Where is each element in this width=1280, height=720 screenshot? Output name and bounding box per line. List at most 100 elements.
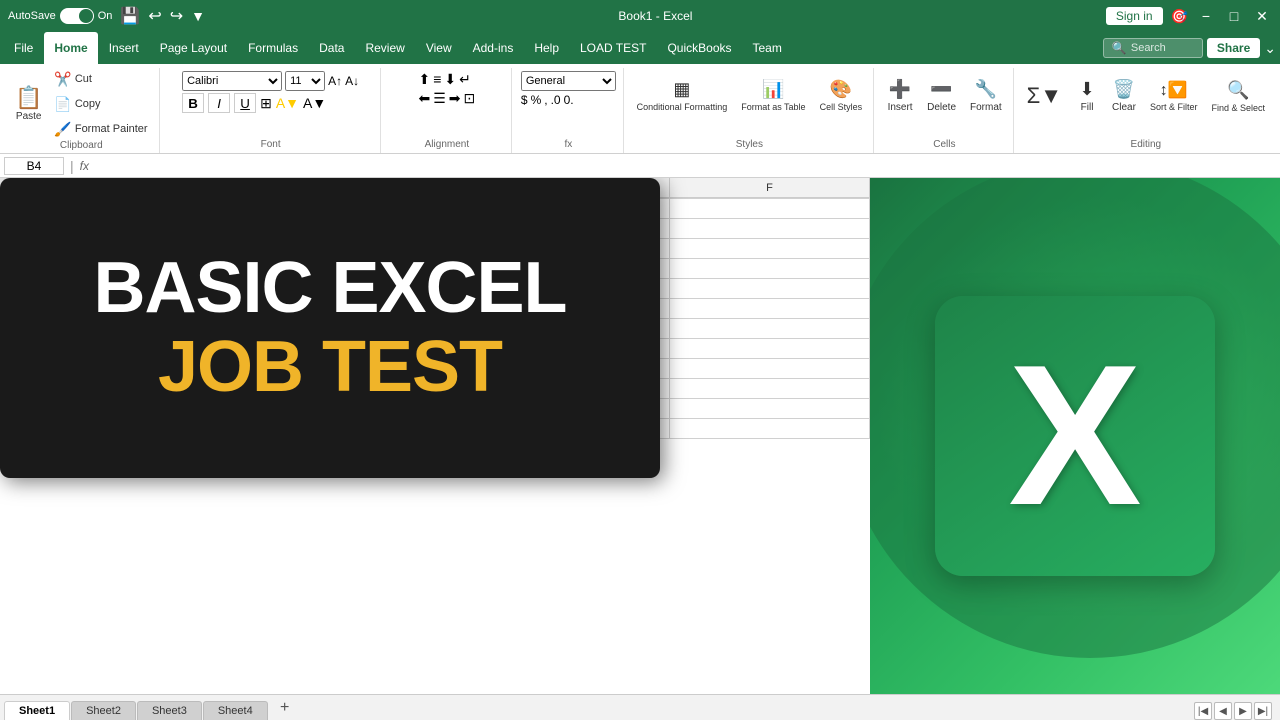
sheet-tab-sheet4[interactable]: Sheet4 bbox=[203, 701, 268, 720]
italic-button[interactable]: I bbox=[208, 93, 230, 113]
ribbon-tab-formulas[interactable]: Formulas bbox=[238, 32, 308, 64]
sort-filter-icon: ↕🔽 bbox=[1160, 80, 1188, 100]
increase-decimal-icon[interactable]: .0 bbox=[551, 93, 561, 107]
sheet-nav-last[interactable]: ▶| bbox=[1254, 702, 1272, 720]
ribbon-options-icon[interactable]: ⌄ bbox=[1264, 40, 1276, 57]
increase-font-icon[interactable]: A↑ bbox=[328, 74, 342, 88]
sum-button[interactable]: Σ▼ bbox=[1022, 68, 1067, 124]
ribbon-tab-insert[interactable]: Insert bbox=[99, 32, 149, 64]
align-right-icon[interactable]: ➡ bbox=[449, 90, 461, 107]
comma-icon[interactable]: , bbox=[544, 93, 547, 107]
fill-button[interactable]: ⬇ Fill bbox=[1071, 68, 1103, 124]
percent-icon[interactable]: % bbox=[531, 93, 542, 107]
wrap-text-icon[interactable]: ↵ bbox=[459, 71, 471, 88]
sheet-tabs-container: Sheet1Sheet2Sheet3Sheet4 bbox=[4, 701, 268, 720]
sheet-tab-sheet3[interactable]: Sheet3 bbox=[137, 701, 202, 720]
clear-button[interactable]: 🗑️ Clear bbox=[1107, 68, 1141, 124]
insert-cells-button[interactable]: ➕ Insert bbox=[882, 68, 918, 124]
cell-7-6[interactable] bbox=[670, 319, 870, 339]
cell-styles-icon: 🎨 bbox=[830, 79, 852, 100]
ribbon-tab-team[interactable]: Team bbox=[743, 32, 792, 64]
ribbon-tab-data[interactable]: Data bbox=[309, 32, 354, 64]
font-color-icon[interactable]: A▼ bbox=[303, 95, 326, 111]
align-top-icon[interactable]: ⬆ bbox=[418, 71, 430, 88]
ribbon-tab-view[interactable]: View bbox=[416, 32, 462, 64]
align-bottom-icon[interactable]: ⬇ bbox=[444, 71, 456, 88]
search-box[interactable]: 🔍 Search bbox=[1103, 38, 1203, 58]
alignment-group: ⬆ ≡ ⬇ ↵ ⬅ ☰ ➡ ⊡ Alignment bbox=[383, 68, 512, 153]
ribbon-tab-page-layout[interactable]: Page Layout bbox=[150, 32, 237, 64]
cell-8-6[interactable] bbox=[670, 339, 870, 359]
spreadsheet: A B C D E F 1St2TypeDescriptionAmount3In… bbox=[0, 178, 870, 694]
formula-input[interactable] bbox=[93, 158, 1276, 174]
autosave-toggle[interactable] bbox=[60, 8, 94, 24]
cell-6-6[interactable] bbox=[670, 299, 870, 319]
cell-11-6[interactable] bbox=[670, 399, 870, 419]
ribbon-tab-review[interactable]: Review bbox=[355, 32, 414, 64]
cell-9-6[interactable] bbox=[670, 359, 870, 379]
ribbon-tab-add-ins[interactable]: Add-ins bbox=[463, 32, 524, 64]
share-button[interactable]: Share bbox=[1207, 38, 1260, 58]
ribbon-tabs: FileHomeInsertPage LayoutFormulasDataRev… bbox=[4, 32, 792, 64]
cell-10-6[interactable] bbox=[670, 379, 870, 399]
border-icon[interactable]: ⊞ bbox=[260, 95, 272, 112]
sheet-nav-prev[interactable]: ◀ bbox=[1214, 702, 1232, 720]
cell-4-6[interactable] bbox=[670, 259, 870, 279]
decrease-font-icon[interactable]: A↓ bbox=[345, 74, 359, 88]
cell-styles-button[interactable]: 🎨 Cell Styles bbox=[815, 68, 868, 124]
ribbon-display-icon[interactable]: 🎯 bbox=[1171, 8, 1188, 25]
cells-label: Cells bbox=[933, 139, 955, 153]
cell-reference-input[interactable]: B4 bbox=[4, 157, 64, 175]
title-bar-left: AutoSave On 💾 ↩ ↪ ▼ bbox=[8, 6, 205, 26]
font-name-select[interactable]: Calibri bbox=[182, 71, 282, 91]
find-select-button[interactable]: 🔍 Find & Select bbox=[1206, 68, 1270, 124]
align-center-icon[interactable]: ☰ bbox=[433, 90, 446, 107]
fill-color-icon[interactable]: A▼ bbox=[276, 95, 299, 111]
undo-icon[interactable]: ↩ bbox=[148, 6, 161, 26]
overlay-subtitle: JOB TEST bbox=[93, 328, 566, 407]
bold-button[interactable]: B bbox=[182, 93, 204, 113]
paste-button[interactable]: 📋 Paste bbox=[10, 76, 47, 132]
format-painter-button[interactable]: 🖌️ Format Painter bbox=[49, 118, 152, 140]
signin-button[interactable]: Sign in bbox=[1106, 7, 1163, 25]
delete-cells-button[interactable]: ➖ Delete bbox=[922, 68, 961, 124]
cell-1-6[interactable] bbox=[670, 199, 870, 219]
format-cells-button[interactable]: 🔧 Format bbox=[965, 68, 1007, 124]
currency-icon[interactable]: $ bbox=[521, 93, 528, 107]
sheet-nav-next[interactable]: ▶ bbox=[1234, 702, 1252, 720]
sort-filter-button[interactable]: ↕🔽 Sort & Filter bbox=[1145, 68, 1203, 124]
redo-icon[interactable]: ↪ bbox=[170, 6, 183, 26]
col-header-f[interactable]: F bbox=[670, 178, 870, 197]
number-format-select[interactable]: General bbox=[521, 71, 616, 91]
add-sheet-button[interactable]: + bbox=[273, 697, 297, 719]
sheet-nav-first[interactable]: |◀ bbox=[1194, 702, 1212, 720]
ribbon-tab-load-test[interactable]: LOAD TEST bbox=[570, 32, 656, 64]
merge-center-icon[interactable]: ⊡ bbox=[464, 90, 476, 107]
copy-button[interactable]: 📄 Copy bbox=[49, 93, 152, 115]
maximize-button[interactable]: □ bbox=[1224, 6, 1244, 26]
cells-group: ➕ Insert ➖ Delete 🔧 Format Cells bbox=[876, 68, 1014, 153]
cell-3-6[interactable] bbox=[670, 239, 870, 259]
ribbon-tab-help[interactable]: Help bbox=[524, 32, 569, 64]
ribbon-tab-file[interactable]: File bbox=[4, 32, 43, 64]
sheet-tab-sheet1[interactable]: Sheet1 bbox=[4, 701, 70, 720]
title-bar: AutoSave On 💾 ↩ ↪ ▼ Book1 - Excel Sign i… bbox=[0, 0, 1280, 32]
customize-icon[interactable]: ▼ bbox=[191, 8, 205, 24]
font-size-select[interactable]: 11 bbox=[285, 71, 325, 91]
sheet-tab-sheet2[interactable]: Sheet2 bbox=[71, 701, 136, 720]
format-table-button[interactable]: 📊 Format as Table bbox=[736, 68, 810, 124]
conditional-formatting-button[interactable]: ▦ Conditional Formatting bbox=[632, 68, 733, 124]
align-left-icon[interactable]: ⬅ bbox=[418, 90, 430, 107]
cell-12-6[interactable] bbox=[670, 419, 870, 439]
ribbon-tab-home[interactable]: Home bbox=[44, 32, 97, 64]
cut-button[interactable]: ✂️ Cut bbox=[49, 68, 152, 90]
ribbon-tab-quickbooks[interactable]: QuickBooks bbox=[657, 32, 741, 64]
cell-2-6[interactable] bbox=[670, 219, 870, 239]
decrease-decimal-icon[interactable]: 0. bbox=[564, 93, 574, 107]
close-button[interactable]: ✕ bbox=[1252, 6, 1272, 26]
minimize-button[interactable]: − bbox=[1196, 6, 1216, 26]
cell-5-6[interactable] bbox=[670, 279, 870, 299]
save-icon[interactable]: 💾 bbox=[120, 6, 140, 26]
underline-button[interactable]: U bbox=[234, 93, 256, 113]
align-middle-icon[interactable]: ≡ bbox=[433, 71, 441, 88]
